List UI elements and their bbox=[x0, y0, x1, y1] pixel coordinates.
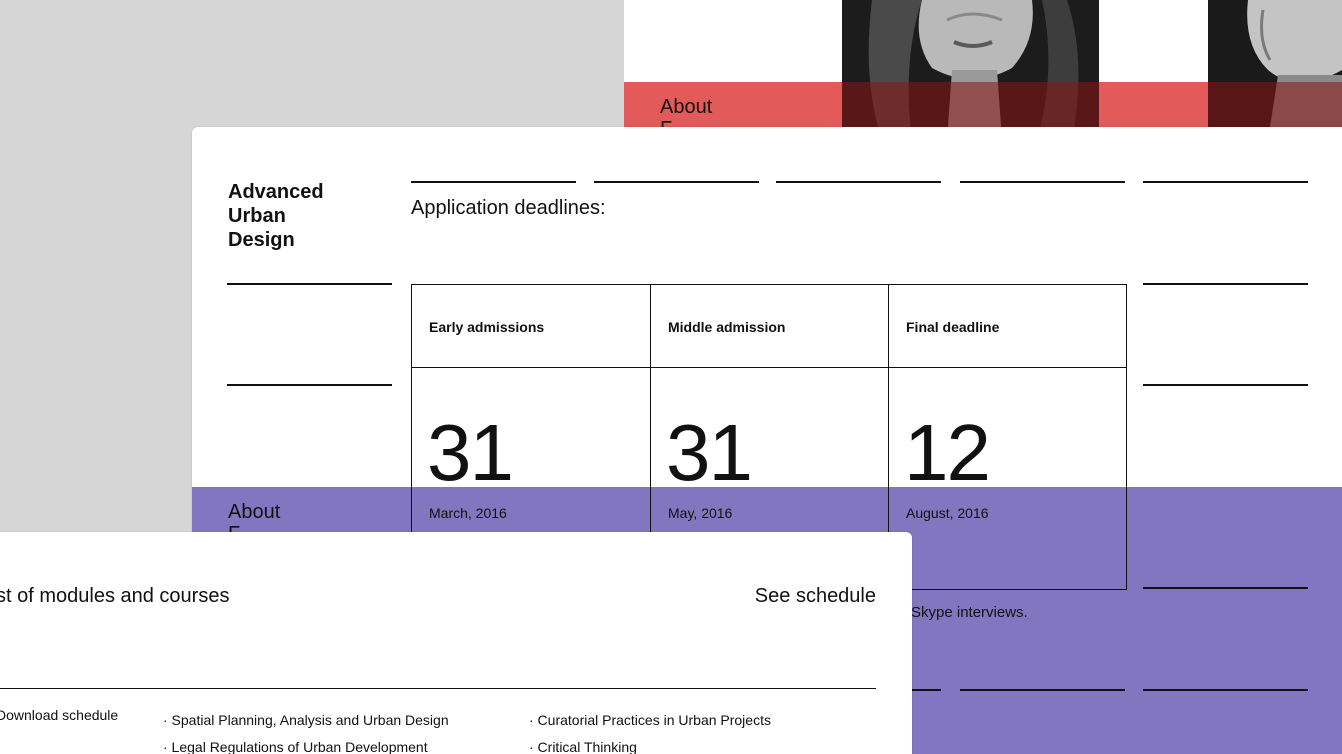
see-schedule-link[interactable]: See schedule bbox=[755, 585, 876, 608]
program-title: Advanced Urban Design bbox=[228, 181, 324, 251]
deadline-month: August, 2016 bbox=[906, 505, 989, 521]
module-item[interactable]: · Legal Regulations of Urban Development bbox=[163, 734, 449, 754]
rule bbox=[227, 283, 392, 285]
back-card: About F bbox=[624, 0, 1342, 140]
rule bbox=[1143, 689, 1308, 691]
deadline-month: March, 2016 bbox=[429, 505, 507, 521]
deadlines-heading: Application deadlines: bbox=[411, 197, 606, 219]
rule bbox=[776, 181, 941, 183]
rule bbox=[594, 181, 759, 183]
module-item[interactable]: · Spatial Planning, Analysis and Urban D… bbox=[163, 707, 449, 734]
deadline-day: 12 bbox=[904, 408, 991, 497]
deadline-label: Final deadline bbox=[906, 319, 1000, 335]
modules-card: st of modules and courses See schedule D… bbox=[0, 532, 912, 754]
rule bbox=[1143, 283, 1308, 285]
rule bbox=[960, 181, 1125, 183]
modules-title: st of modules and courses bbox=[0, 585, 230, 607]
deadline-day: 31 bbox=[427, 408, 514, 497]
portrait-photo-man bbox=[1208, 0, 1342, 140]
rule bbox=[1143, 587, 1308, 589]
modules-divider bbox=[0, 688, 876, 689]
modules-column-1: · Spatial Planning, Analysis and Urban D… bbox=[163, 707, 449, 754]
download-schedule-link[interactable]: Download schedule bbox=[0, 707, 118, 723]
interview-note: Skype interviews. bbox=[911, 604, 1028, 621]
deadline-day: 31 bbox=[666, 408, 753, 497]
rule bbox=[411, 181, 576, 183]
rule bbox=[1143, 181, 1308, 183]
deadline-final: Final deadline 12 August, 2016 bbox=[888, 285, 1127, 589]
rule bbox=[1143, 384, 1308, 386]
deadline-month: May, 2016 bbox=[668, 505, 733, 521]
rule bbox=[960, 689, 1125, 691]
modules-column-2: · Curatorial Practices in Urban Projects… bbox=[529, 707, 771, 754]
deadline-label: Early admissions bbox=[429, 319, 545, 335]
portrait-photo-woman bbox=[842, 0, 1099, 140]
module-item[interactable]: · Curatorial Practices in Urban Projects bbox=[529, 707, 771, 734]
deadline-label: Middle admission bbox=[668, 319, 786, 335]
module-item[interactable]: · Critical Thinking bbox=[529, 734, 771, 754]
rule bbox=[227, 384, 392, 386]
